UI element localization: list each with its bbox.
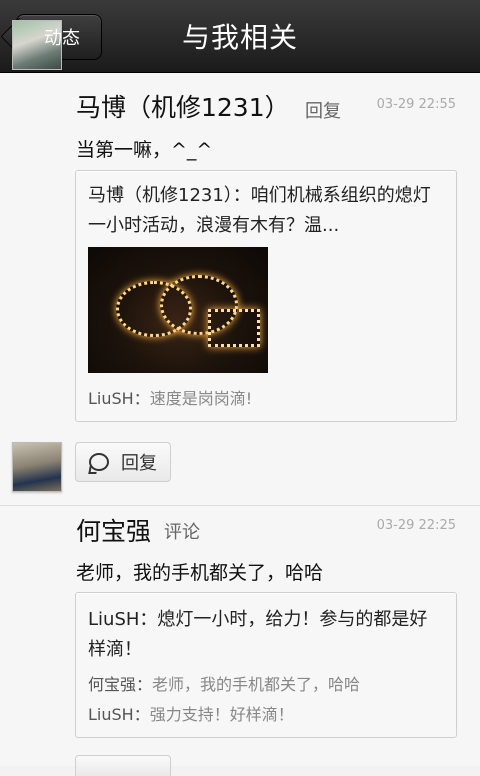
comment-line: LiuSH：速度是岗岗滴!	[88, 385, 252, 409]
avatar[interactable]	[12, 442, 62, 492]
comment-text: 强力支持！好样滴！	[149, 705, 294, 724]
timestamp: 03-29 22:25	[376, 518, 456, 533]
comment-author: LiuSH：	[88, 389, 150, 408]
comment-author: LiuSH：	[88, 705, 150, 724]
reply-button-label: 回复	[121, 453, 157, 474]
comment-author: 何宝强：	[88, 675, 153, 694]
message-text: 当第一嘛，^_^	[76, 139, 213, 161]
back-button-label: 动态	[44, 28, 80, 49]
quoted-post-text: LiuSH：熄灯一小时，给力！参与的都是好样滴！	[88, 609, 428, 660]
comment-bubble-icon	[89, 453, 109, 471]
quoted-post[interactable]: LiuSH：熄灯一小时，给力！参与的都是好样滴！ 何宝强：老师，我的手机都关了，…	[75, 592, 457, 738]
reply-button[interactable]	[75, 755, 171, 776]
user-name[interactable]: 马博（机修1231）	[76, 88, 290, 124]
action-label: 评论	[164, 522, 200, 543]
message-text: 老师，我的手机都关了，哈哈	[76, 562, 324, 584]
comment-line: 何宝强：老师，我的手机都关了，哈哈	[88, 671, 360, 695]
timestamp: 03-29 22:55	[376, 97, 456, 112]
comment-text: 老师，我的手机都关了，哈哈	[152, 675, 361, 694]
user-name[interactable]: 何宝强	[76, 512, 151, 548]
candle-shape	[208, 309, 260, 347]
title-bar: 动态 与我相关	[0, 0, 480, 73]
action-label: 回复	[305, 101, 341, 122]
quoted-post[interactable]: 马博（机修1231）：咱们机械系组织的熄灯一小时活动，浪漫有木有？温... Li…	[75, 170, 457, 422]
comment-text: 速度是岗岗滴!	[149, 389, 253, 408]
quoted-post-text: 马博（机修1231）：咱们机械系组织的熄灯一小时活动，浪漫有木有？温...	[88, 185, 431, 236]
comment-line: LiuSH：强力支持！好样滴！	[88, 701, 294, 725]
post-photo[interactable]	[88, 247, 268, 373]
reply-button[interactable]: 回复	[75, 442, 171, 482]
